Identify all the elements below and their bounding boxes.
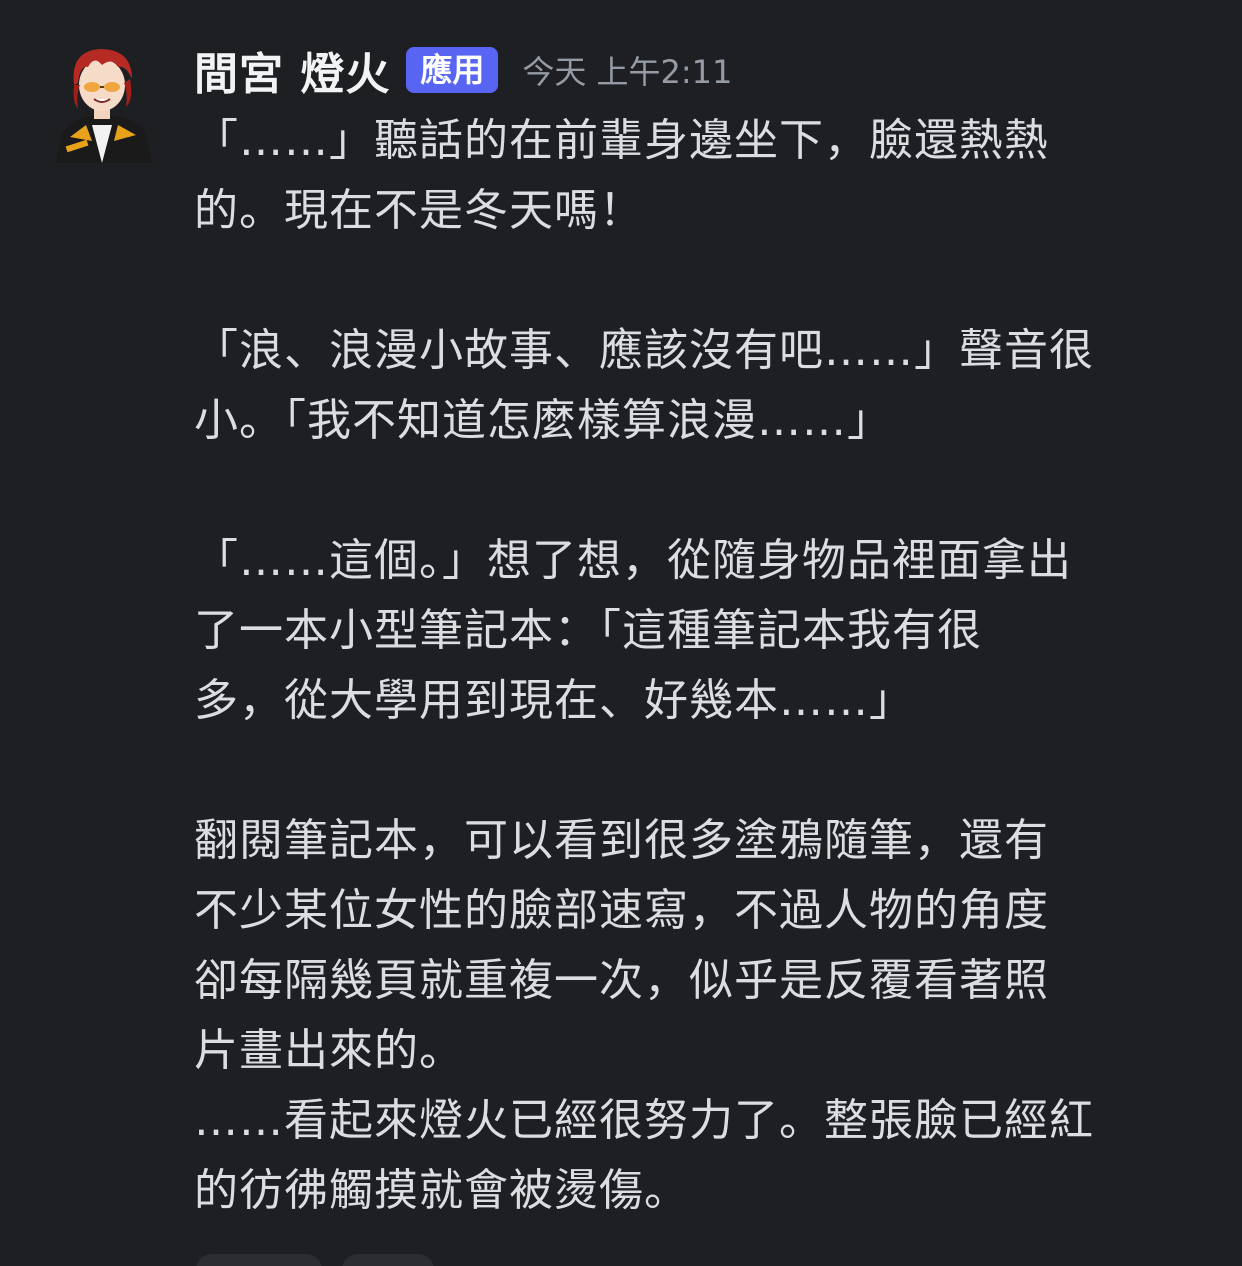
message-line-spacer (194, 246, 1194, 316)
message-line: 卻每隔幾頁就重複一次，似乎是反覆看著照 (194, 955, 1049, 1006)
message-content: 「……」聽話的在前輩身邊坐下，臉還熱熱 的。現在不是冬天嗎！ 「浪、浪漫小故事、… (194, 106, 1194, 1226)
author-name[interactable]: 間宮 燈火 (194, 38, 390, 102)
avatar-illustration (56, 49, 152, 163)
message-line: 「……這個。」想了想，從隨身物品裡面拿出 (194, 535, 1072, 586)
message-line: ……看起來燈火已經很努力了。整張臉已經紅 (194, 1095, 1094, 1146)
message-timestamp[interactable]: 今天 上午2:11 (522, 47, 732, 93)
message-line: 的。現在不是冬天嗎！ (194, 185, 644, 236)
message-line: 多，從大學用到現在、好幾本……」 (194, 675, 914, 726)
message-line: 「……」聽話的在前輩身邊坐下，臉還熱熱 (194, 115, 1049, 166)
message-line: 了一本小型筆記本：「這種筆記本我有很 (194, 605, 982, 656)
message-line: 小。「我不知道怎麼樣算浪漫……」 (194, 395, 892, 446)
reaction-button[interactable] (196, 1254, 322, 1266)
message-reactions (196, 1254, 434, 1266)
reaction-button[interactable] (342, 1254, 434, 1266)
message-line-spacer (194, 736, 1194, 806)
message-line: 片畫出來的。 (194, 1025, 464, 1076)
app-badge: 應用 (406, 47, 499, 93)
message-line: 翻閱筆記本，可以看到很多塗鴉隨筆，還有 (194, 815, 1049, 866)
message-header: 間宮 燈火 應用 今天 上午2:11 (194, 40, 732, 100)
message-line: 不少某位女性的臉部速寫，不過人物的角度 (194, 885, 1049, 936)
message-line: 「浪、浪漫小故事、應該沒有吧……」聲音很 (194, 325, 1094, 376)
message-line-spacer (194, 456, 1194, 526)
message-line: 的彷彿觸摸就會被燙傷。 (194, 1165, 689, 1216)
user-avatar[interactable] (52, 45, 152, 165)
chat-message: 間宮 燈火 應用 今天 上午2:11 「……」聽話的在前輩身邊坐下，臉還熱熱 的… (0, 0, 1242, 1266)
